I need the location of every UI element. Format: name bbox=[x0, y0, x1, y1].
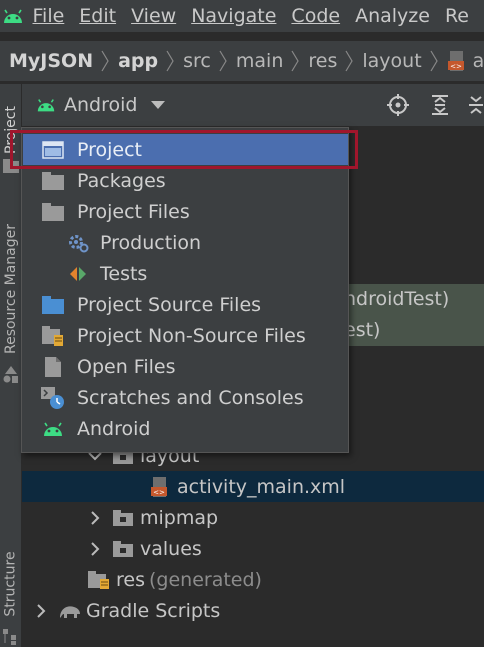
project-view-popup-menu: Project Packages Project Files Productio… bbox=[21, 127, 349, 453]
resource-folder-icon bbox=[88, 569, 110, 591]
tree-row-label: values bbox=[140, 537, 202, 560]
tree-row-label: Gradle Scripts bbox=[86, 599, 221, 622]
popup-item-label: Project Source Files bbox=[77, 293, 262, 316]
popup-item-label: Project Non-Source Files bbox=[77, 324, 306, 347]
menu-navigate[interactable]: Navigate bbox=[191, 5, 276, 27]
menu-file[interactable]: File bbox=[33, 5, 65, 27]
scratches-icon bbox=[41, 386, 65, 409]
popup-item-label: Open Files bbox=[77, 355, 176, 378]
tree-row-label: res bbox=[116, 568, 145, 591]
tests-arrows-icon bbox=[66, 263, 90, 285]
popup-item-project-non-source-files[interactable]: Project Non-Source Files bbox=[23, 320, 348, 351]
project-folder-icon bbox=[3, 158, 19, 177]
chevron-right-icon bbox=[291, 49, 300, 73]
folder-icon bbox=[112, 538, 134, 560]
tree-row-activity-main-xml[interactable]: <> activity_main.xml bbox=[22, 471, 484, 502]
project-window-icon bbox=[41, 139, 65, 161]
breadcrumb-layout[interactable]: layout bbox=[362, 50, 421, 72]
tree-row-label: mipmap bbox=[140, 506, 219, 529]
layout-file-icon: <> bbox=[149, 476, 171, 498]
chevron-right-icon bbox=[101, 49, 109, 73]
android-icon bbox=[36, 98, 56, 112]
breadcrumb-src[interactable]: src bbox=[183, 50, 211, 72]
locate-target-icon[interactable] bbox=[384, 92, 412, 118]
breadcrumb: MyJSON app src main res layout <> a bbox=[0, 41, 484, 81]
expand-all-icon[interactable] bbox=[426, 92, 454, 118]
popup-item-label: Tests bbox=[100, 262, 148, 285]
project-panel-header: Android bbox=[22, 84, 484, 126]
tool-tab-structure[interactable]: Structure bbox=[0, 534, 22, 634]
tree-row-gradle-scripts[interactable]: Gradle Scripts bbox=[22, 595, 484, 626]
popup-item-project[interactable]: Project bbox=[23, 134, 348, 165]
project-view-label: Android bbox=[64, 94, 138, 116]
menu-bar: File Edit View Navigate Code Analyze Re bbox=[0, 0, 484, 32]
tree-row-values[interactable]: values bbox=[22, 533, 484, 564]
gradle-elephant-icon bbox=[58, 600, 80, 622]
popup-item-label: Packages bbox=[77, 169, 166, 192]
breadcrumb-main[interactable]: main bbox=[236, 50, 283, 72]
chevron-right-icon bbox=[430, 49, 438, 73]
blue-folder-icon bbox=[41, 294, 65, 316]
chevron-right-icon bbox=[34, 603, 48, 618]
chevron-down-icon bbox=[151, 101, 166, 109]
popup-item-label: Android bbox=[77, 417, 151, 440]
popup-item-packages[interactable]: Packages bbox=[23, 165, 348, 196]
menu-refactor[interactable]: Re bbox=[445, 5, 469, 27]
breadcrumb-project[interactable]: MyJSON bbox=[9, 50, 93, 72]
folder-icon bbox=[112, 507, 134, 529]
popup-item-scratches-and-consoles[interactable]: Scratches and Consoles bbox=[23, 382, 348, 413]
popup-item-label: Scratches and Consoles bbox=[77, 386, 304, 409]
popup-item-production[interactable]: Production bbox=[23, 227, 348, 258]
tree-row-partial-test[interactable]: est) bbox=[344, 319, 380, 341]
popup-item-open-files[interactable]: Open Files bbox=[23, 351, 348, 382]
popup-item-label: Project bbox=[77, 138, 143, 161]
tree-row-res-generated[interactable]: res (generated) bbox=[22, 564, 484, 595]
resource-manager-icon bbox=[3, 366, 19, 388]
popup-item-label: Production bbox=[100, 231, 202, 254]
android-icon bbox=[41, 418, 65, 440]
popup-item-tests[interactable]: Tests bbox=[23, 258, 348, 289]
layout-file-icon: <> bbox=[447, 50, 467, 72]
menu-analyze[interactable]: Analyze bbox=[355, 5, 430, 27]
left-tool-strip: Project Resource Manager Structure bbox=[0, 84, 22, 647]
folder-icon bbox=[41, 170, 65, 192]
file-icon bbox=[41, 356, 65, 378]
breadcrumb-file[interactable]: a bbox=[473, 50, 484, 72]
menu-code[interactable]: Code bbox=[291, 5, 340, 27]
popup-item-project-source-files[interactable]: Project Source Files bbox=[23, 289, 348, 320]
collapse-all-icon[interactable] bbox=[468, 92, 484, 118]
chevron-right-icon bbox=[166, 49, 174, 73]
menu-view[interactable]: View bbox=[131, 5, 176, 27]
generated-note: (generated) bbox=[148, 568, 262, 591]
folder-file-icon bbox=[41, 325, 65, 347]
chevron-right-icon bbox=[345, 49, 354, 73]
tree-row-partial-androidtest[interactable]: ndroidTest) bbox=[344, 288, 449, 310]
structure-icon bbox=[3, 629, 19, 647]
popup-item-label: Project Files bbox=[77, 200, 190, 223]
svg-text:<>: <> bbox=[450, 63, 462, 71]
chevron-right-icon bbox=[88, 541, 102, 556]
breadcrumb-app[interactable]: app bbox=[118, 50, 158, 72]
folder-icon bbox=[41, 201, 65, 223]
android-studio-logo-icon bbox=[0, 0, 33, 32]
tool-tab-resource-manager[interactable]: Resource Manager bbox=[0, 194, 22, 384]
breadcrumb-res[interactable]: res bbox=[308, 50, 337, 72]
tree-row-label: activity_main.xml bbox=[177, 475, 346, 498]
menu-edit[interactable]: Edit bbox=[79, 5, 116, 27]
tree-row-mipmap[interactable]: mipmap bbox=[22, 502, 484, 533]
popup-item-android[interactable]: Android bbox=[23, 413, 348, 444]
project-view-selector[interactable]: Android bbox=[36, 94, 166, 116]
chevron-right-icon bbox=[219, 49, 227, 73]
popup-item-project-files[interactable]: Project Files bbox=[23, 196, 348, 227]
chevron-right-icon bbox=[88, 510, 102, 525]
svg-text:<>: <> bbox=[153, 488, 165, 496]
gear-icon bbox=[66, 232, 90, 254]
